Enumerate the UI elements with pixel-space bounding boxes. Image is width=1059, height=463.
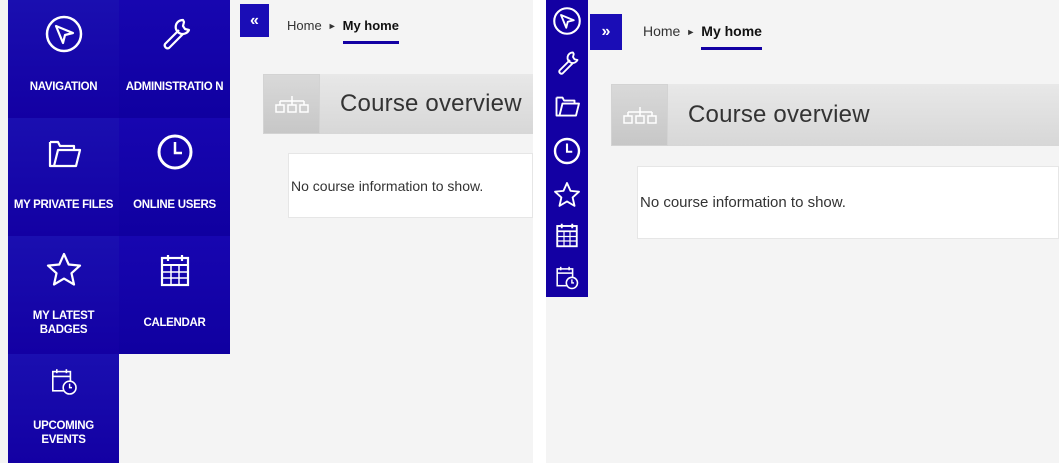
empty-message: No course information to show. [291, 177, 484, 194]
course-overview-title: Course overview [320, 74, 533, 134]
tile-label: ONLINE USERS [133, 199, 216, 211]
folder-icon [48, 140, 81, 168]
calendar-clock-icon[interactable] [553, 264, 581, 292]
breadcrumb-home-link[interactable]: Home [287, 18, 322, 33]
tile-navigation[interactable]: NAVIGATION [8, 0, 119, 118]
calendar-icon [160, 255, 189, 287]
tile-calendar[interactable]: CALENDAR [119, 236, 230, 354]
breadcrumb-home-link[interactable]: Home [643, 23, 680, 39]
tile-label: NAVIGATION [29, 81, 98, 93]
star-icon [46, 252, 81, 286]
tile-upcoming-events[interactable]: UPCOMING EVENTS [8, 354, 119, 463]
tile-label: ADMINISTRATIO N [125, 81, 224, 93]
collapse-dock-button[interactable]: « [240, 4, 269, 37]
tile-my-latest-badges[interactable]: MY LATEST BADGES [8, 236, 119, 354]
tile-administration[interactable]: ADMINISTRATIO N [119, 0, 230, 118]
navigation-icon [45, 15, 82, 53]
star-icon[interactable] [552, 180, 582, 210]
calendar-icon[interactable] [552, 220, 582, 250]
course-overview-header: Course overview [263, 74, 533, 134]
course-overview-content: No course information to show. [288, 153, 533, 218]
breadcrumb-separator-icon: ► [327, 21, 337, 31]
dock-icon-rail [546, 0, 588, 297]
tile-label: MY LATEST BADGES [32, 310, 95, 336]
breadcrumb-current[interactable]: My home [701, 23, 762, 39]
tile-label: UPCOMING EVENTS [33, 420, 94, 446]
clock-icon [157, 134, 192, 170]
course-overview-icon [611, 84, 668, 146]
breadcrumb: Home ► My home [287, 18, 399, 33]
dock-collapsed-panel: » Home ► My home Course overview No course… [546, 0, 1059, 463]
tile-label: CALENDAR [143, 317, 206, 329]
breadcrumb: Home ► My home [643, 23, 762, 39]
expand-dock-button[interactable]: » [590, 14, 622, 50]
breadcrumb-separator-icon: ► [686, 27, 696, 37]
dock-expanded-panel: NAVIGATION ADMINISTRATIO N MY PRIVATE FI… [0, 0, 533, 463]
empty-message: No course information to show. [640, 194, 846, 211]
course-overview-icon [263, 74, 320, 134]
tile-my-private-files[interactable]: MY PRIVATE FILES [8, 118, 119, 236]
tile-online-users[interactable]: ONLINE USERS [119, 118, 230, 236]
wrench-icon[interactable] [552, 48, 582, 78]
clock-icon[interactable] [552, 136, 582, 166]
tile-label: MY PRIVATE FILES [13, 199, 114, 211]
wrench-icon [163, 18, 190, 50]
breadcrumb-current[interactable]: My home [343, 18, 399, 33]
folder-icon[interactable] [552, 90, 582, 120]
calendar-clock-icon [51, 369, 77, 395]
course-overview-title: Course overview [668, 84, 1059, 146]
course-overview-content: No course information to show. [637, 166, 1059, 239]
course-overview-header: Course overview [611, 84, 1059, 146]
navigation-icon[interactable] [552, 6, 582, 36]
